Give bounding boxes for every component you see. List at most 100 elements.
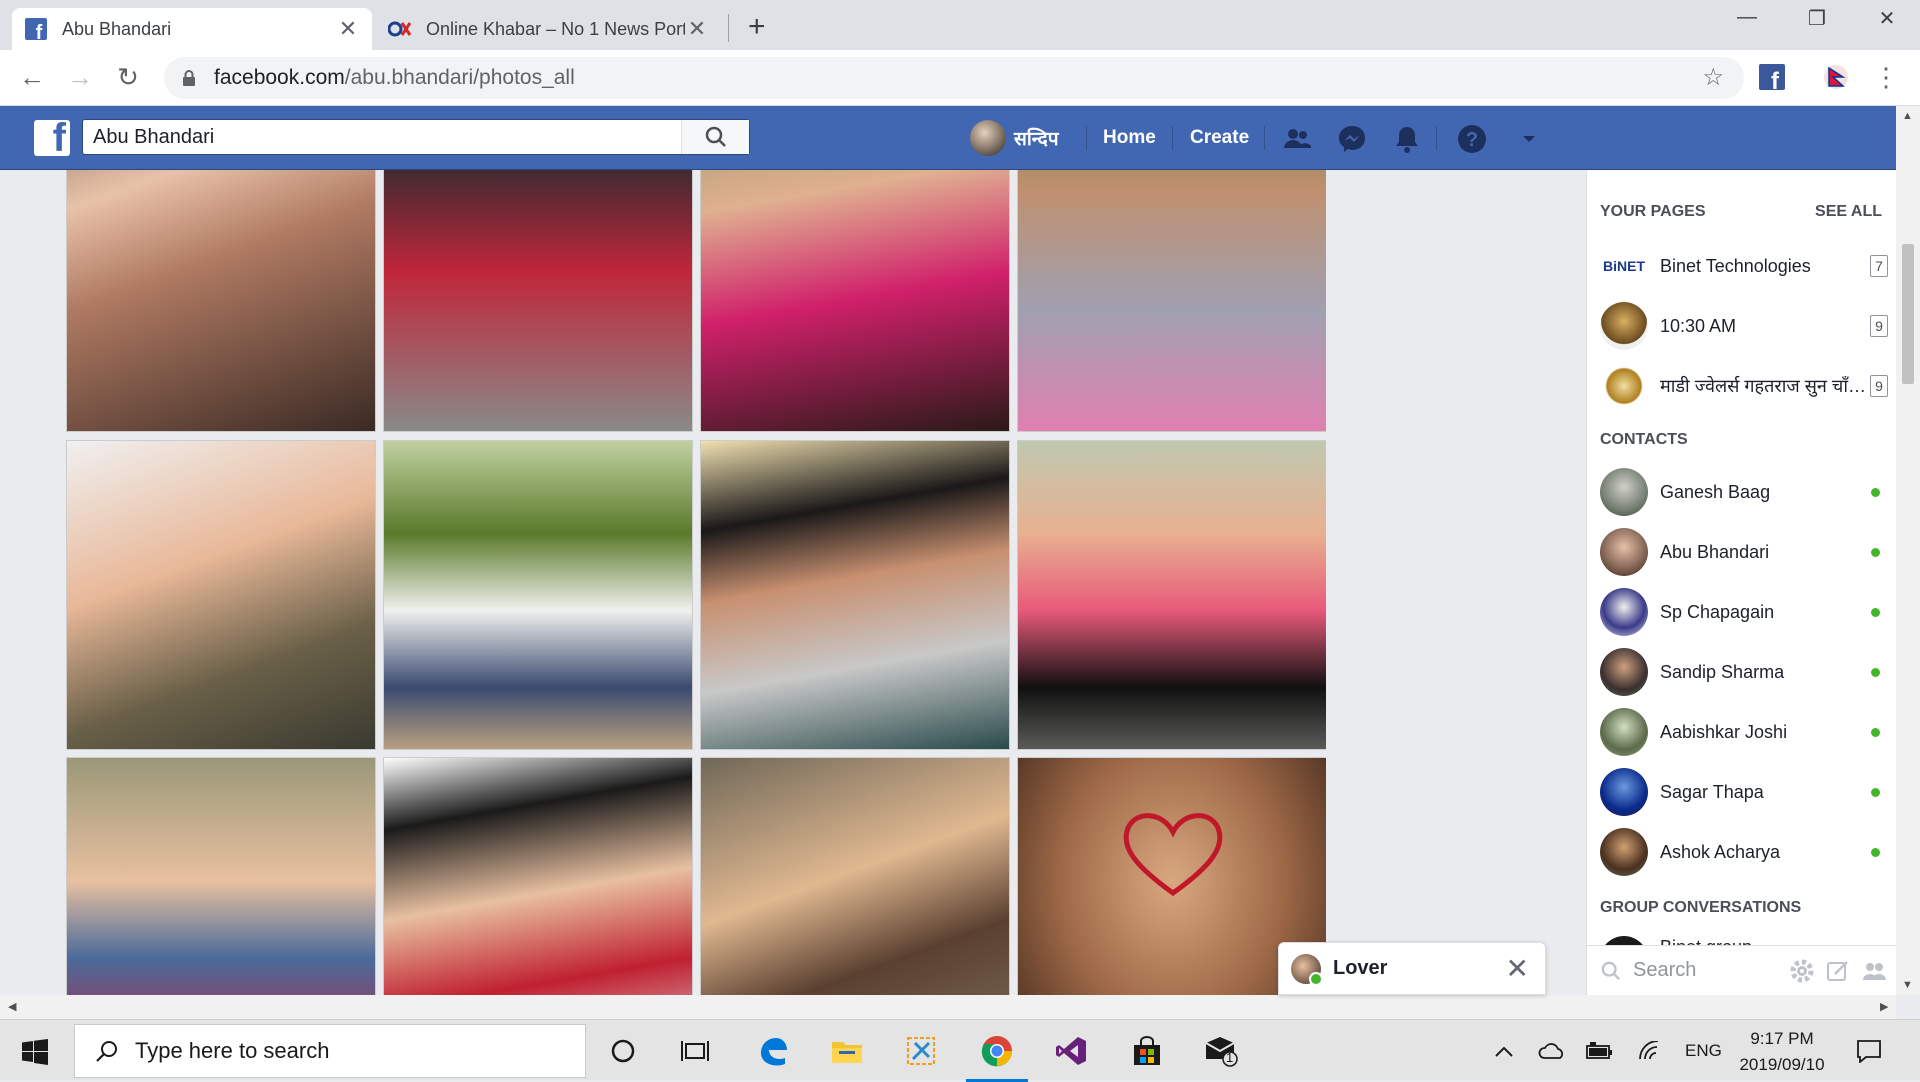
new-tab-icon[interactable]: + bbox=[748, 10, 766, 44]
chat-name: Lover bbox=[1333, 957, 1388, 979]
contact-item[interactable]: Abu Bhandari bbox=[1600, 526, 1890, 578]
online-status-icon bbox=[1871, 607, 1880, 617]
friend-requests-icon[interactable] bbox=[1282, 124, 1312, 154]
photo-tile[interactable] bbox=[700, 440, 1010, 750]
system-clock[interactable]: 9:17 PM 2019/09/10 bbox=[1720, 1026, 1844, 1078]
contact-item[interactable]: Ganesh Baag bbox=[1600, 466, 1890, 518]
photo-tile[interactable] bbox=[66, 170, 376, 432]
forward-icon[interactable]: → bbox=[64, 62, 96, 93]
page-item-jewellers[interactable]: माडी ज्वेलर्स गहतराज सुन चाँदी पसल 9 bbox=[1600, 360, 1890, 412]
page-item-binet[interactable]: BiNET Binet Technologies 7 bbox=[1600, 240, 1890, 292]
contact-item[interactable]: Sagar Thapa bbox=[1600, 766, 1890, 818]
nav-divider bbox=[1172, 126, 1173, 150]
avatar bbox=[1600, 302, 1648, 350]
lock-icon bbox=[183, 70, 195, 86]
edge-browser-icon[interactable] bbox=[756, 1034, 790, 1068]
clock-time: 9:17 PM bbox=[1750, 1029, 1814, 1048]
scroll-up-icon[interactable]: ▲ bbox=[1902, 110, 1913, 122]
photo-tile[interactable] bbox=[1017, 440, 1326, 750]
taskbar-search-input[interactable]: Type here to search bbox=[74, 1024, 586, 1078]
profile-name: सन्दिप bbox=[1014, 129, 1059, 150]
photo-tile[interactable] bbox=[700, 757, 1010, 995]
task-view-icon[interactable] bbox=[678, 1034, 712, 1068]
scroll-left-icon[interactable]: ◀ bbox=[8, 1000, 16, 1013]
create-link[interactable]: Create bbox=[1190, 120, 1249, 156]
profile-link[interactable]: सन्दिप bbox=[970, 120, 1059, 156]
online-khabar-favicon-icon bbox=[388, 17, 412, 41]
new-message-icon[interactable] bbox=[1825, 958, 1851, 984]
jewellery-logo-icon bbox=[1600, 362, 1648, 410]
search-button[interactable] bbox=[681, 120, 749, 154]
new-group-icon[interactable] bbox=[1861, 958, 1887, 984]
reload-icon[interactable]: ↻ bbox=[112, 62, 144, 93]
search-value: Abu Bhandari bbox=[93, 125, 215, 148]
chrome-menu-icon[interactable]: ⋮ bbox=[1870, 62, 1902, 93]
account-menu-chevron-down-icon[interactable] bbox=[1514, 124, 1544, 154]
photo-tile[interactable] bbox=[383, 440, 693, 750]
photo-tile[interactable] bbox=[66, 757, 376, 995]
photo-tile[interactable] bbox=[383, 170, 693, 432]
notifications-bell-icon[interactable] bbox=[1392, 124, 1422, 154]
file-explorer-icon[interactable] bbox=[830, 1034, 864, 1068]
home-link[interactable]: Home bbox=[1103, 120, 1156, 156]
photo-tile[interactable] bbox=[66, 440, 376, 750]
horizontal-scrollbar[interactable]: ◀ ▶ bbox=[0, 995, 1896, 1019]
tab-online-khabar[interactable]: Online Khabar – No 1 News Portal ✕ bbox=[376, 8, 721, 50]
photo-tile[interactable] bbox=[700, 170, 1010, 432]
contact-item[interactable]: Ashok Acharya bbox=[1600, 826, 1890, 878]
photo-tile[interactable] bbox=[383, 757, 693, 995]
back-icon[interactable]: ← bbox=[16, 62, 48, 93]
contact-item[interactable]: Sandip Sharma bbox=[1600, 646, 1890, 698]
visual-studio-icon[interactable] bbox=[1054, 1034, 1088, 1068]
profile-avatar-icon[interactable] bbox=[1823, 64, 1849, 90]
address-bar[interactable]: facebook.com/abu.bhandari/photos_all ☆ bbox=[164, 57, 1744, 99]
url-path: /abu.bhandari/photos_all bbox=[344, 66, 575, 89]
microsoft-store-icon[interactable] bbox=[1130, 1034, 1164, 1068]
url-host: facebook.com bbox=[214, 66, 345, 89]
mail-icon[interactable]: 1 bbox=[1204, 1034, 1238, 1068]
nav-divider bbox=[1436, 126, 1437, 150]
page-item-1030am[interactable]: 10:30 AM 9 bbox=[1600, 300, 1890, 352]
gear-icon[interactable] bbox=[1789, 958, 1815, 984]
snipping-tool-icon[interactable] bbox=[904, 1034, 938, 1068]
close-tab-icon[interactable]: ✕ bbox=[685, 16, 709, 42]
mail-badge: 1 bbox=[1226, 1050, 1234, 1065]
scroll-thumb[interactable] bbox=[1902, 244, 1914, 384]
bookmark-star-icon[interactable]: ☆ bbox=[1702, 63, 1724, 92]
scroll-down-icon[interactable]: ▼ bbox=[1902, 979, 1913, 991]
contact-item[interactable]: Aabishkar Joshi bbox=[1600, 706, 1890, 758]
chat-search-input[interactable]: Search bbox=[1587, 945, 1897, 995]
chat-tab-lover[interactable]: Lover ✕ bbox=[1278, 942, 1546, 995]
windows-start-icon[interactable] bbox=[22, 1039, 48, 1065]
cortana-icon[interactable] bbox=[606, 1034, 640, 1068]
online-status-icon bbox=[1871, 727, 1880, 737]
wifi-icon[interactable] bbox=[1638, 1020, 1662, 1081]
avatar bbox=[1600, 768, 1648, 816]
messenger-icon[interactable] bbox=[1337, 124, 1367, 154]
facebook-logo-icon[interactable]: f bbox=[34, 120, 70, 156]
show-hidden-icons-chevron-up-icon[interactable] bbox=[1494, 1020, 1514, 1081]
vertical-scrollbar[interactable]: ▲ ▼ bbox=[1896, 106, 1920, 995]
contact-name: Ganesh Baag bbox=[1660, 481, 1771, 502]
restore-icon[interactable]: ❐ bbox=[1802, 6, 1832, 31]
tab-abu-bhandari[interactable]: f Abu Bhandari ✕ bbox=[12, 8, 372, 50]
facebook-extension-icon[interactable]: f bbox=[1759, 64, 1785, 90]
close-chat-icon[interactable]: ✕ bbox=[1506, 952, 1529, 985]
onedrive-cloud-icon[interactable] bbox=[1538, 1020, 1566, 1081]
photo-tile[interactable] bbox=[1017, 170, 1326, 432]
action-center-icon[interactable] bbox=[1856, 1020, 1882, 1081]
online-status-icon bbox=[1871, 667, 1880, 677]
svg-text:f: f bbox=[1771, 68, 1780, 90]
scroll-right-icon[interactable]: ▶ bbox=[1880, 1000, 1888, 1013]
window-close-icon[interactable]: ✕ bbox=[1872, 6, 1902, 31]
chrome-icon[interactable] bbox=[966, 1034, 1028, 1082]
close-tab-icon[interactable]: ✕ bbox=[336, 16, 360, 42]
see-all-link[interactable]: SEE ALL bbox=[1815, 203, 1882, 221]
help-icon[interactable]: ? bbox=[1457, 124, 1487, 154]
battery-icon[interactable] bbox=[1586, 1020, 1614, 1081]
facebook-search-input[interactable]: Abu Bhandari bbox=[82, 119, 750, 155]
language-indicator[interactable]: ENG bbox=[1685, 1020, 1722, 1081]
contact-item[interactable]: Sp Chapagain bbox=[1600, 586, 1890, 638]
minimize-icon[interactable]: — bbox=[1732, 6, 1762, 29]
online-status-icon bbox=[1871, 847, 1880, 857]
